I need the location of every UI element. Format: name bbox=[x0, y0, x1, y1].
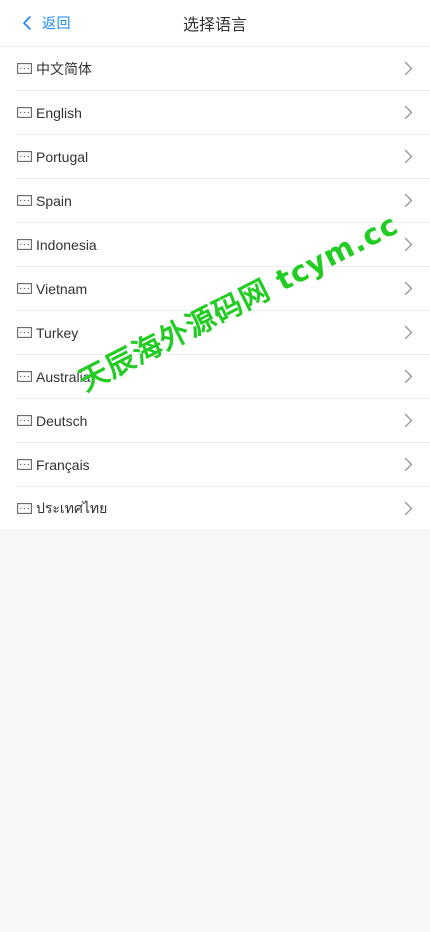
chevron-right-icon bbox=[402, 457, 414, 473]
nav-bar: 返回 选择语言 bbox=[0, 0, 430, 47]
language-item-spain[interactable]: Spain bbox=[16, 179, 430, 223]
language-label: ประเทศไทย bbox=[36, 499, 108, 516]
language-label: Australia bbox=[36, 368, 91, 385]
keyboard-icon bbox=[16, 107, 32, 119]
page-title: 选择语言 bbox=[182, 15, 247, 34]
language-label: Vietnam bbox=[36, 280, 88, 297]
language-item-turkey[interactable]: Turkey bbox=[16, 311, 430, 355]
language-label: Deutsch bbox=[36, 412, 88, 429]
chevron-right-icon bbox=[402, 325, 414, 341]
language-item-francais[interactable]: Français bbox=[16, 443, 430, 487]
language-item-indonesia[interactable]: Indonesia bbox=[16, 223, 430, 267]
chevron-right-icon bbox=[402, 369, 414, 385]
keyboard-icon bbox=[16, 459, 32, 471]
back-button[interactable]: 返回 bbox=[18, 0, 71, 46]
language-label: English bbox=[36, 104, 82, 121]
language-item-zh-cn[interactable]: 中文简体 bbox=[16, 47, 430, 91]
language-item-portugal[interactable]: Portugal bbox=[16, 135, 430, 179]
language-item-english[interactable]: English bbox=[16, 91, 430, 135]
chevron-right-icon bbox=[402, 149, 414, 165]
language-item-australia[interactable]: Australia bbox=[16, 355, 430, 399]
chevron-right-icon bbox=[402, 413, 414, 429]
language-label: Indonesia bbox=[36, 236, 97, 253]
language-label: Portugal bbox=[36, 148, 89, 165]
back-label: 返回 bbox=[42, 16, 71, 32]
chevron-right-icon bbox=[402, 281, 414, 297]
chevron-right-icon bbox=[402, 193, 414, 209]
language-list: 中文简体 English Portugal Spain Indonesia Vi… bbox=[0, 47, 430, 531]
keyboard-icon bbox=[16, 151, 32, 163]
chevron-right-icon bbox=[402, 237, 414, 253]
chevron-right-icon bbox=[402, 501, 414, 517]
language-item-thai[interactable]: ประเทศไทย bbox=[16, 487, 430, 530]
language-item-deutsch[interactable]: Deutsch bbox=[16, 399, 430, 443]
chevron-right-icon bbox=[402, 105, 414, 121]
keyboard-icon bbox=[16, 327, 32, 339]
keyboard-icon bbox=[16, 415, 32, 427]
keyboard-icon bbox=[16, 239, 32, 251]
keyboard-icon bbox=[16, 63, 32, 75]
language-label: 中文简体 bbox=[36, 60, 92, 77]
language-label: Français bbox=[36, 456, 90, 473]
chevron-left-icon bbox=[18, 14, 36, 32]
language-label: Turkey bbox=[36, 324, 79, 341]
keyboard-icon bbox=[16, 503, 32, 515]
chevron-right-icon bbox=[402, 61, 414, 77]
keyboard-icon bbox=[16, 195, 32, 207]
language-label: Spain bbox=[36, 192, 72, 209]
keyboard-icon bbox=[16, 283, 32, 295]
language-item-vietnam[interactable]: Vietnam bbox=[16, 267, 430, 311]
page: 返回 选择语言 中文简体 English Portugal Spain Indo… bbox=[0, 0, 430, 932]
keyboard-icon bbox=[16, 371, 32, 383]
